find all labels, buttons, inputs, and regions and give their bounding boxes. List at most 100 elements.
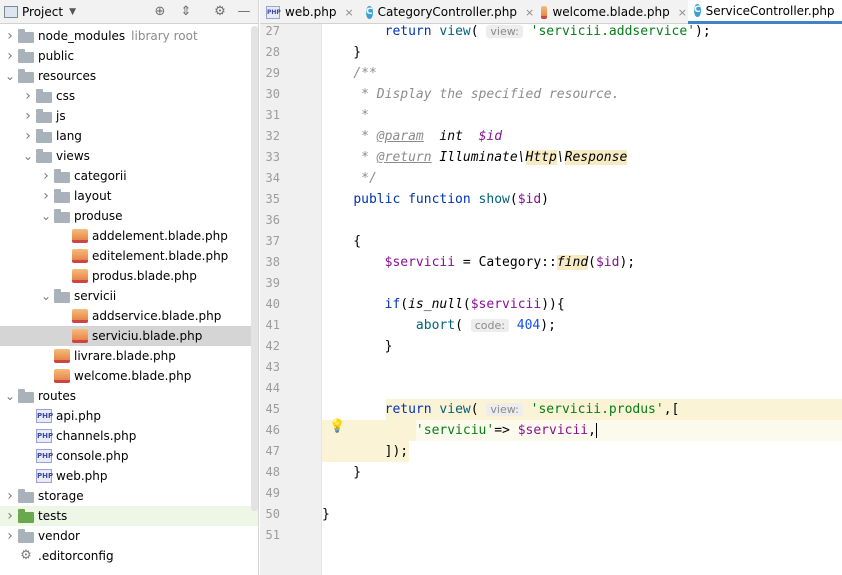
- tree-item-label: categorii: [74, 169, 127, 183]
- line-number: 30: [265, 87, 280, 101]
- line-number: 33: [265, 150, 280, 164]
- chevron-right-icon[interactable]: ›: [4, 508, 16, 524]
- chevron-right-icon[interactable]: ›: [40, 188, 52, 204]
- tree-item-css[interactable]: › css: [0, 86, 258, 106]
- tree-item-label: console.php: [56, 449, 129, 463]
- tree-item-layout[interactable]: › layout: [0, 186, 258, 206]
- tree-item-produs-blade-php[interactable]: produs.blade.php: [0, 266, 258, 286]
- tree-item-categorii[interactable]: › categorii: [0, 166, 258, 186]
- editor-gutter: 27 28 29 30 31 32 33 34 35 36 37 38 39 40 41 42 43 44 45 46…: [260, 24, 322, 575]
- chevron-right-icon[interactable]: ›: [4, 48, 16, 64]
- tree-item-welcome-blade-php[interactable]: welcome.blade.php: [0, 366, 258, 386]
- line-number: 41: [265, 318, 280, 332]
- tree-item-storage[interactable]: › storage: [0, 486, 258, 506]
- line-number: 45: [265, 402, 280, 416]
- line-number: 49: [265, 486, 280, 500]
- test-folder-icon: [18, 508, 34, 523]
- blade-file-icon: [72, 309, 88, 323]
- chevron-right-icon[interactable]: ›: [4, 28, 16, 44]
- collapse-all-icon[interactable]: ⇕: [178, 4, 194, 20]
- blade-file-icon: [54, 369, 70, 383]
- blade-file-icon: [72, 249, 88, 263]
- chevron-down-icon[interactable]: ⌄: [4, 389, 16, 403]
- tree-item-lang[interactable]: › lang: [0, 126, 258, 146]
- project-tree-scrollbar[interactable]: [251, 26, 258, 511]
- tree-item-addservice-blade-php[interactable]: addservice.blade.php: [0, 306, 258, 326]
- line-number: 44: [265, 381, 280, 395]
- folder-icon: [54, 188, 70, 203]
- tree-item-views[interactable]: ⌄ views: [0, 146, 258, 166]
- folder-icon: [18, 48, 34, 63]
- tree-item-node-modules[interactable]: › node_modules library root: [0, 26, 258, 46]
- tree-item-produse[interactable]: ⌄ produse: [0, 206, 258, 226]
- php-file-icon: PHP: [36, 429, 53, 443]
- tree-item-editorconfig[interactable]: ⚙ .editorconfig: [0, 546, 258, 566]
- tree-item-web-php[interactable]: PHP web.php: [0, 466, 258, 486]
- chevron-right-icon[interactable]: ›: [22, 128, 34, 144]
- line-number: 36: [265, 213, 280, 227]
- chevron-right-icon[interactable]: ›: [22, 88, 34, 104]
- tree-item-public[interactable]: › public: [0, 46, 258, 66]
- line-number: 47: [265, 444, 280, 458]
- chevron-down-icon[interactable]: ⌄: [40, 289, 52, 303]
- tree-item-addelement-blade-php[interactable]: addelement.blade.php: [0, 226, 258, 246]
- tree-item-routes[interactable]: ⌄ routes: [0, 386, 258, 406]
- line-number: 38: [265, 255, 280, 269]
- tree-item-label: addservice.blade.php: [92, 309, 222, 323]
- tree-item-tests[interactable]: › tests: [0, 506, 258, 526]
- tree-item-suffix: library root: [131, 29, 198, 43]
- tree-item-console-php[interactable]: PHP console.php: [0, 446, 258, 466]
- tree-item-livrare-blade-php[interactable]: livrare.blade.php: [0, 346, 258, 366]
- tree-item-vendor[interactable]: › vendor: [0, 526, 258, 546]
- code-line-29: /**: [353, 66, 377, 81]
- text-cursor: [595, 423, 597, 438]
- line-number: 39: [265, 276, 280, 290]
- tree-item-label: channels.php: [56, 429, 137, 443]
- tree-item-editelement-blade-php[interactable]: editelement.blade.php: [0, 246, 258, 266]
- line-number: 32: [265, 129, 280, 143]
- code-editor[interactable]: 27 28 29 30 31 32 33 34 35 36 37 38 39 40 41 42 43 44 45 46…: [260, 24, 842, 575]
- code-line-34: */: [353, 171, 377, 186]
- close-icon[interactable]: ×: [525, 6, 534, 19]
- tree-item-label: layout: [74, 189, 112, 203]
- chevron-right-icon[interactable]: ›: [4, 528, 16, 544]
- tree-item-label: serviciu.blade.php: [92, 329, 203, 343]
- project-title[interactable]: Project: [22, 5, 63, 19]
- close-icon[interactable]: ×: [344, 6, 353, 19]
- tree-item-serviciu-blade-php[interactable]: serviciu.blade.php: [0, 326, 258, 346]
- chevron-down-icon[interactable]: ⌄: [40, 209, 52, 223]
- chevron-down-icon[interactable]: ⌄: [4, 69, 16, 83]
- tree-item-js[interactable]: › js: [0, 106, 258, 126]
- code-line-48: }: [322, 465, 362, 480]
- chevron-right-icon[interactable]: ›: [40, 168, 52, 184]
- close-icon[interactable]: ×: [678, 6, 687, 19]
- php-file-icon: PHP: [36, 449, 53, 463]
- code-line-41: abort( code: 404);: [415, 318, 556, 333]
- tree-item-label: web.php: [56, 469, 108, 483]
- chevron-right-icon[interactable]: ›: [22, 108, 34, 124]
- code-line-47: ]);: [322, 444, 409, 459]
- locate-icon[interactable]: ⊕: [152, 4, 168, 20]
- tree-item-resources[interactable]: ⌄ resources: [0, 66, 258, 86]
- chevron-down-icon[interactable]: ▼: [69, 7, 76, 17]
- line-number: 43: [265, 360, 280, 374]
- gear-icon[interactable]: ⚙: [212, 4, 228, 20]
- line-number: 50: [265, 507, 280, 521]
- tree-item-label: css: [56, 89, 76, 103]
- folder-icon: [36, 148, 52, 163]
- tree-item-api-php[interactable]: PHP api.php: [0, 406, 258, 426]
- config-file-icon: ⚙: [20, 548, 32, 563]
- folder-icon: [36, 88, 52, 103]
- blade-file-icon: [541, 5, 548, 19]
- chevron-right-icon[interactable]: ›: [4, 488, 16, 504]
- tree-item-label: node_modules: [38, 29, 126, 43]
- tree-item-servicii[interactable]: ⌄ servicii: [0, 286, 258, 306]
- blade-file-icon: [72, 329, 88, 343]
- tree-item-channels-php[interactable]: PHP channels.php: [0, 426, 258, 446]
- minimize-icon[interactable]: —: [236, 4, 252, 20]
- chevron-down-icon[interactable]: ⌄: [22, 149, 34, 163]
